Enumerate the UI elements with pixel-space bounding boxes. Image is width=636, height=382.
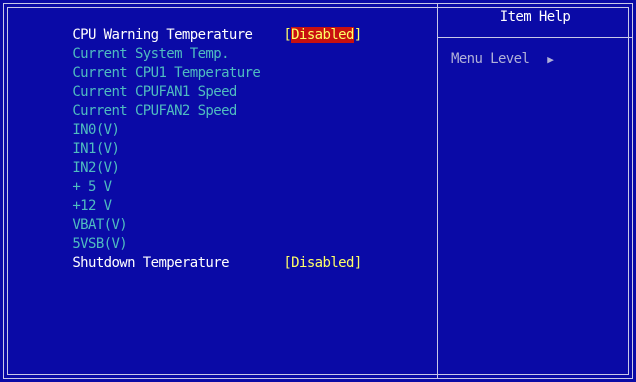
plus-12v-item: +12 V xyxy=(41,179,283,214)
help-panel-divider xyxy=(437,3,438,379)
cpu-warning-temperature-value[interactable]: [Disabled] xyxy=(283,27,362,43)
menu-level-indicator: Menu Level ▶ xyxy=(451,51,554,67)
setting-label: Shutdown Temperature xyxy=(72,255,229,271)
current-cpufan1-speed-item: Current CPUFAN1 Speed xyxy=(41,65,283,100)
in0-voltage-item: IN0(V) xyxy=(41,103,283,138)
shutdown-temperature-value[interactable]: [Disabled] xyxy=(283,255,362,271)
current-cpu1-temperature-item: Current CPU1 Temperature xyxy=(41,46,283,81)
plus-5v-item: + 5 V xyxy=(41,160,283,195)
bios-screen: CPU Warning Temperature [Disabled] Curren… xyxy=(0,0,636,382)
in1-voltage-item: IN1(V) xyxy=(41,122,283,157)
in2-voltage-item: IN2(V) xyxy=(41,141,283,176)
item-help-title: Item Help xyxy=(499,9,571,25)
right-arrow-icon: ▶ xyxy=(547,53,554,66)
menu-level-label: Menu Level xyxy=(451,51,530,67)
cpu-warning-temperature-item[interactable]: CPU Warning Temperature [Disabled] xyxy=(41,8,362,43)
current-system-temp-item: Current System Temp. xyxy=(41,27,283,62)
current-cpufan2-speed-item: Current CPUFAN2 Speed xyxy=(41,84,283,119)
vbat-voltage-item: VBAT(V) xyxy=(41,198,283,233)
help-title-divider xyxy=(437,37,632,38)
shutdown-temperature-item[interactable]: Shutdown Temperature [Disabled] xyxy=(41,236,362,271)
5vsb-voltage-item: 5VSB(V) xyxy=(41,217,283,252)
